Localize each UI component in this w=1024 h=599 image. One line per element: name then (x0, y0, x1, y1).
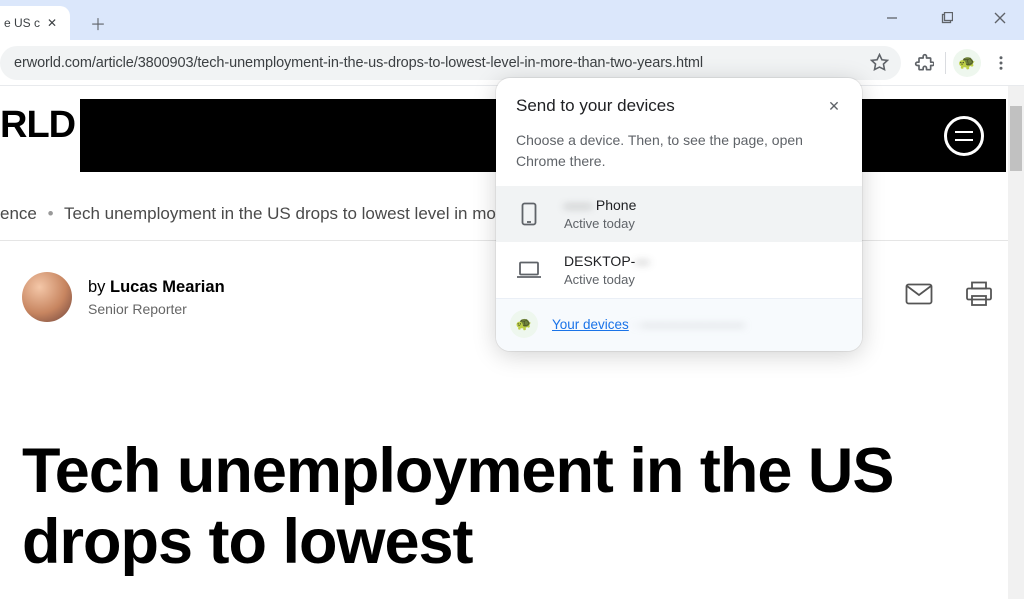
device-status: Active today (564, 216, 636, 231)
print-icon[interactable] (964, 279, 994, 309)
breadcrumb-item: Tech unemployment in the US drops to low… (64, 204, 501, 223)
author-avatar (22, 272, 72, 322)
popup-header: Send to your devices ✕ Choose a device. … (496, 78, 862, 186)
device-text: —— Phone Active today (564, 197, 636, 231)
footer-account-text: · ———————— (633, 317, 745, 332)
byline-text: by Lucas Mearian Senior Reporter (88, 278, 225, 317)
footer-avatar-icon: 🐢 (510, 310, 538, 338)
hamburger-icon (955, 131, 973, 141)
omnibox[interactable]: erworld.com/article/3800903/tech-unemplo… (0, 46, 901, 80)
email-share-icon[interactable] (904, 279, 934, 309)
phone-icon (516, 201, 542, 227)
article-headline: Tech unemployment in the US drops to low… (22, 436, 984, 578)
url-text: erworld.com/article/3800903/tech-unemplo… (14, 55, 865, 71)
profile-avatar[interactable]: 🐢 (950, 46, 984, 80)
new-tab-button[interactable]: ＋ (84, 9, 112, 37)
hamburger-menu-button[interactable] (944, 116, 984, 156)
close-tab-icon[interactable]: ✕ (44, 15, 60, 31)
browser-titlebar: e US c ✕ ＋ (0, 0, 1024, 40)
popup-footer: 🐢 Your devices · ———————— (496, 298, 862, 351)
device-text: DESKTOP-— Active today (564, 253, 649, 287)
your-devices-link[interactable]: Your devices (552, 317, 629, 332)
author-name-line: by Lucas Mearian (88, 278, 225, 297)
share-actions (904, 279, 994, 309)
author-role: Senior Reporter (88, 301, 225, 317)
close-window-button[interactable] (986, 8, 1014, 28)
bookmark-star-icon[interactable] (865, 53, 893, 72)
popup-title: Send to your devices (516, 96, 842, 116)
breadcrumb-item[interactable]: ence (0, 204, 37, 223)
laptop-icon (516, 257, 542, 283)
brand-wordmark: RLD (0, 104, 75, 147)
popup-close-button[interactable]: ✕ (822, 94, 846, 118)
send-to-devices-popup: Send to your devices ✕ Choose a device. … (496, 78, 862, 351)
avatar-icon: 🐢 (953, 49, 981, 77)
scrollbar[interactable] (1008, 86, 1024, 599)
popup-description: Choose a device. Then, to see the page, … (516, 130, 842, 172)
device-row-phone[interactable]: —— Phone Active today (496, 186, 862, 242)
minimize-button[interactable] (878, 8, 906, 28)
device-name: —— Phone (564, 197, 636, 213)
device-status: Active today (564, 272, 649, 287)
maximize-button[interactable] (932, 8, 960, 28)
divider (945, 52, 946, 74)
device-row-desktop[interactable]: DESKTOP-— Active today (496, 242, 862, 298)
window-controls (878, 8, 1014, 28)
breadcrumb-separator: • (48, 204, 54, 223)
browser-tab[interactable]: e US c ✕ (0, 6, 70, 40)
extensions-icon[interactable] (907, 46, 941, 80)
device-name: DESKTOP-— (564, 253, 649, 269)
author-name[interactable]: Lucas Mearian (110, 278, 225, 296)
kebab-menu-icon[interactable] (984, 46, 1018, 80)
tab-title: e US c (4, 16, 40, 30)
scrollbar-thumb[interactable] (1010, 106, 1022, 171)
